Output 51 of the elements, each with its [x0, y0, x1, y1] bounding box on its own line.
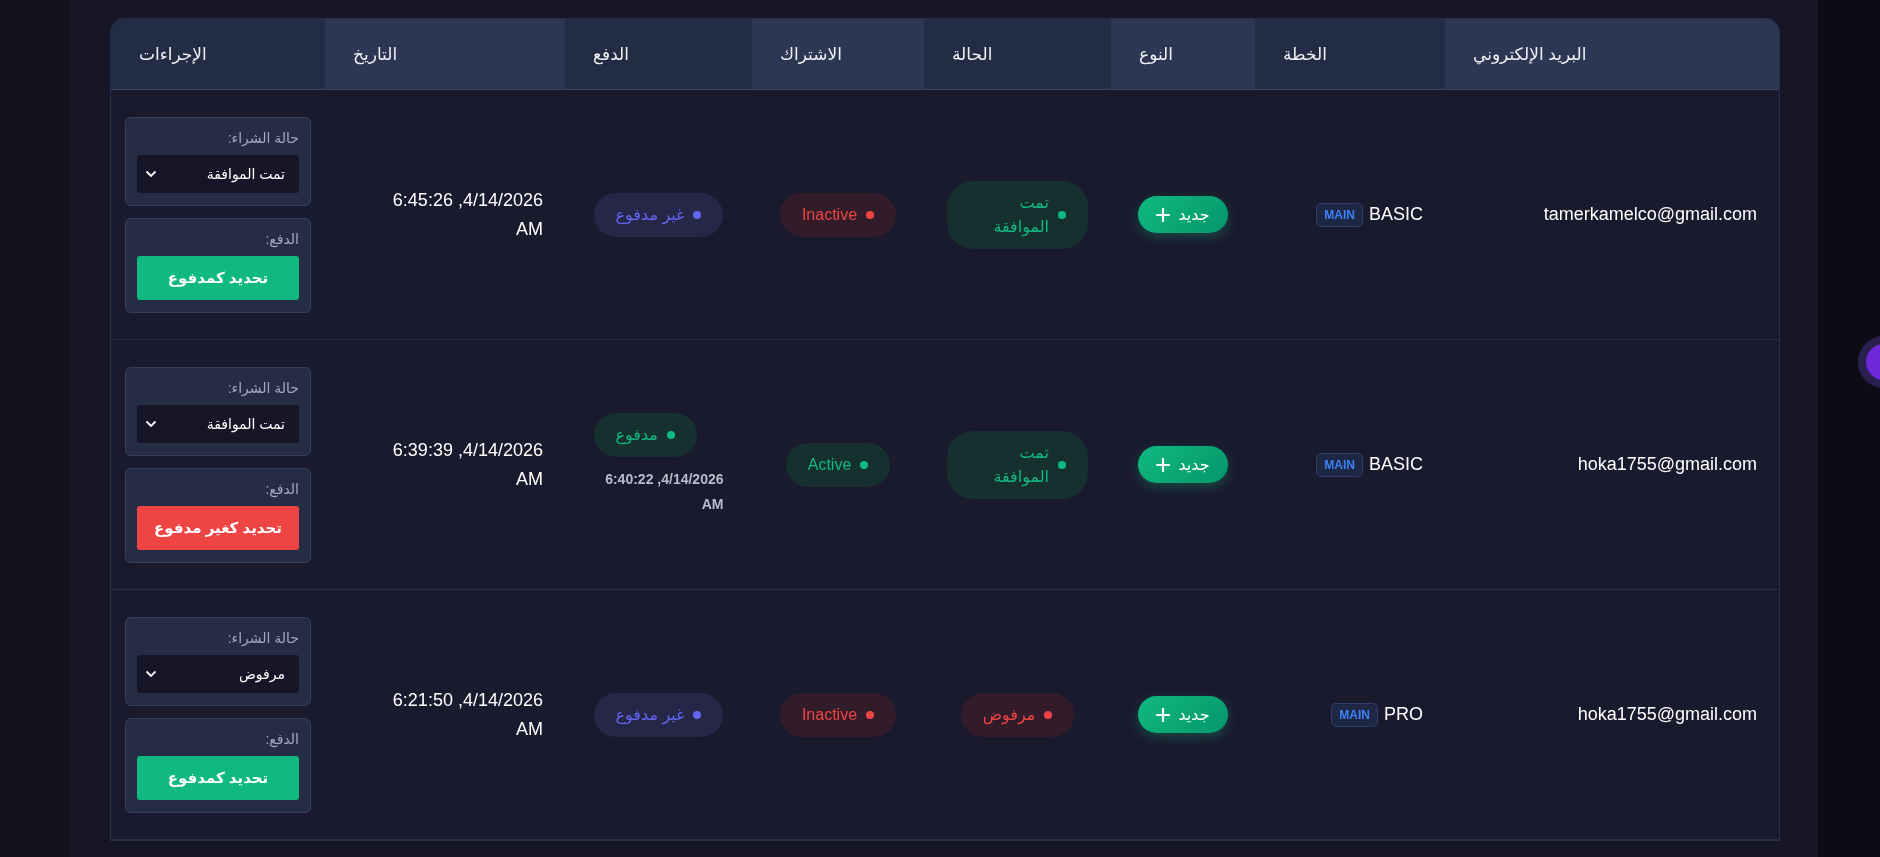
field-label: حالة الشراء: [226, 629, 299, 646]
subscription-pill: Inactive [779, 692, 897, 737]
email-text: hoka1755@gmail.com [1577, 704, 1757, 724]
payment-button[interactable]: تحديد كمدفوع [137, 755, 299, 800]
plan-tag: MAIN [1316, 202, 1363, 227]
email-text: hoka1755@gmail.com [1577, 454, 1757, 474]
plus-icon [1156, 457, 1171, 472]
new-button[interactable]: جديد [1138, 696, 1228, 733]
payment-button[interactable]: تحديد كمدفوع [137, 255, 299, 300]
purchase-status-select[interactable]: مرفوض [137, 654, 299, 693]
chevron-down-icon [145, 169, 157, 178]
column-header: التاريخ [325, 19, 565, 90]
status-pill: مرفوض [960, 692, 1075, 737]
email-text: tamerkamelco@gmail.com [1543, 204, 1757, 224]
payment-pill: غير مدفوع [593, 692, 724, 737]
subscription-pill: Inactive [779, 192, 897, 237]
field-label: الدفع: [264, 480, 299, 497]
field-label: حالة الشراء: [226, 379, 299, 396]
column-header: الخطة [1255, 19, 1445, 90]
new-button[interactable]: جديد [1138, 446, 1228, 483]
column-header: الإجراءات [111, 19, 325, 90]
plan-name: BASIC [1368, 454, 1423, 475]
column-header: الحالة [924, 19, 1111, 90]
purchase-status-select[interactable]: تمت الموافقة [137, 154, 299, 193]
purchase-status-select[interactable]: تمت الموافقة [137, 404, 299, 443]
payment-pill: مدفوع [593, 412, 697, 457]
subscription-pill: Active [785, 442, 891, 487]
field-label: حالة الشراء: [226, 129, 299, 146]
new-button[interactable]: جديد [1138, 196, 1228, 233]
column-header: الاشتراك [752, 19, 924, 90]
plan-tag: MAIN [1316, 452, 1363, 477]
date-text: 4/14/2026, 6:45:26 AM [391, 188, 543, 241]
field-label: الدفع: [264, 730, 299, 747]
plan-name: BASIC [1368, 204, 1423, 225]
plan-tag: MAIN [1331, 702, 1378, 727]
payment-pill: غير مدفوع [593, 192, 724, 237]
chevron-down-icon [145, 419, 157, 428]
date-text: 4/14/2026, 6:21:50 AM [391, 688, 543, 741]
status-pill: تمت الموافقة [947, 430, 1088, 499]
plus-icon [1156, 207, 1171, 222]
paid-date: 4/14/2026, 6:40:22 AM [604, 469, 724, 514]
plan-name: PRO [1384, 704, 1423, 725]
field-label: الدفع: [264, 230, 299, 247]
chevron-down-icon [145, 669, 157, 678]
payment-button[interactable]: تحديد كغير مدفوع [137, 505, 299, 550]
column-header: البريد الإلكتروني [1445, 19, 1779, 90]
status-pill: تمت الموافقة [947, 180, 1088, 249]
column-header: الدفع [565, 19, 752, 90]
date-text: 4/14/2026, 6:39:39 AM [391, 438, 543, 491]
plus-icon [1156, 707, 1171, 722]
column-header: النوع [1111, 19, 1255, 90]
